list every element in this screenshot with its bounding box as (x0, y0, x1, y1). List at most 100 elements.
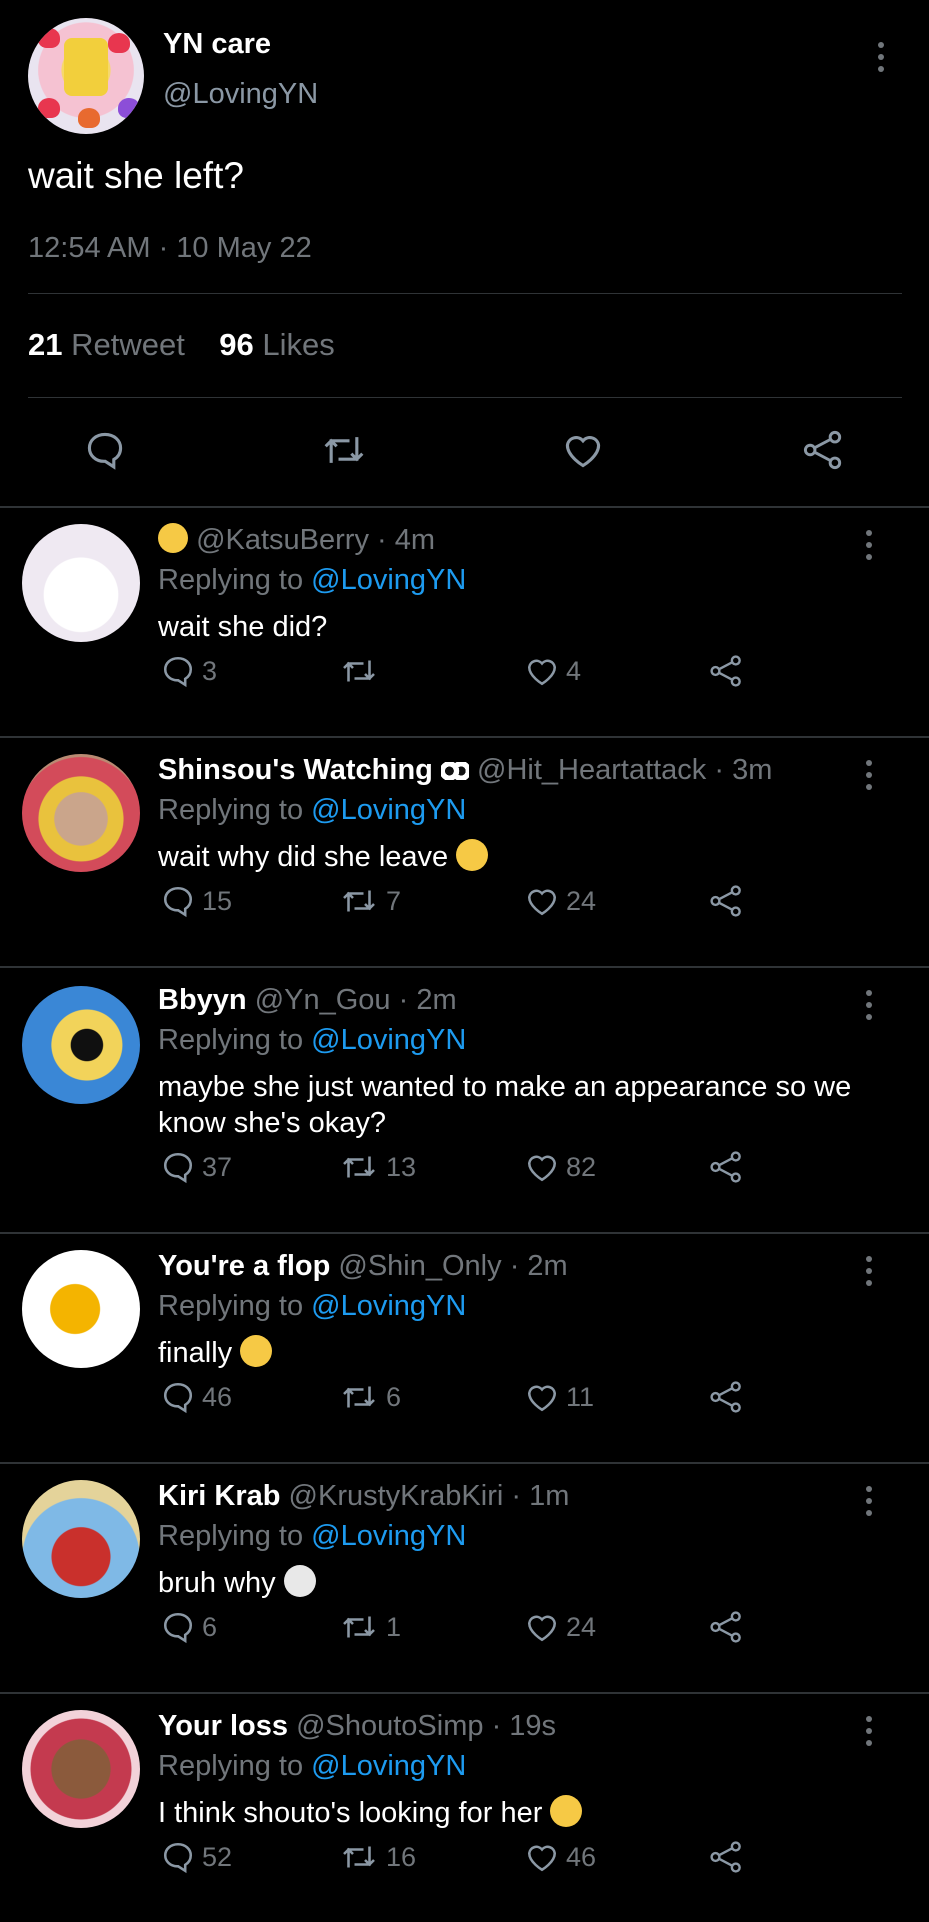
retweet-count[interactable]: 21 (28, 327, 62, 362)
reply-text: finally (158, 1337, 233, 1369)
replying-to-link[interactable]: @LovingYN (311, 1290, 466, 1322)
like-label[interactable]: Likes (262, 327, 334, 362)
reply-text: I think shouto's looking for her (158, 1797, 543, 1829)
frowning-face-emoji (550, 1795, 583, 1828)
reply-button[interactable]: 3 (160, 653, 217, 689)
like-button[interactable]: 82 (524, 1149, 596, 1185)
more-options-icon[interactable] (866, 990, 872, 1020)
like-button[interactable]: 24 (524, 883, 596, 919)
more-options-icon[interactable] (866, 530, 872, 560)
share-button[interactable] (708, 653, 744, 689)
reply-author-name[interactable]: Your loss (158, 1710, 288, 1742)
retweet-count: 16 (386, 1841, 417, 1872)
retweet-button[interactable]: 7 (338, 883, 401, 919)
more-options-icon[interactable] (866, 1256, 872, 1286)
reply-button[interactable]: 37 (160, 1149, 232, 1185)
replying-to-link[interactable]: @LovingYN (311, 1520, 466, 1552)
replying-to-link[interactable]: @LovingYN (311, 794, 466, 826)
share-button[interactable] (708, 1149, 744, 1185)
reply-header: Kiri Krab @KrustyKrabKiri · 1m (158, 1480, 569, 1513)
like-count[interactable]: 96 (219, 327, 253, 362)
share-button[interactable] (708, 1839, 744, 1875)
reply-text-container: bruh why (158, 1565, 878, 1601)
more-options-icon[interactable] (866, 1716, 872, 1746)
author-handle[interactable]: @LovingYN (163, 78, 318, 111)
avatar[interactable] (22, 1480, 140, 1598)
retweet-label[interactable]: Retweet (71, 327, 185, 362)
reply-tweet[interactable]: Your loss @ShoutoSimp · 19s Replying to … (0, 1692, 929, 1922)
reply-tweet[interactable]: @KatsuBerry · 4m Replying to @LovingYN w… (0, 506, 929, 738)
reply-tweet[interactable]: Bbyyn @Yn_Gou · 2m Replying to @LovingYN… (0, 966, 929, 1234)
reply-button[interactable]: 46 (160, 1379, 232, 1415)
author-name[interactable]: YN care (163, 28, 271, 61)
replying-to-label: Replying to (158, 794, 304, 826)
reply-count: 3 (202, 655, 218, 686)
replying-to: Replying to @LovingYN (158, 1750, 466, 1783)
reply-author-handle[interactable]: @KatsuBerry (196, 524, 369, 556)
retweet-icon (343, 1846, 375, 1868)
reply-button[interactable]: 6 (160, 1609, 217, 1645)
share-button[interactable] (708, 1379, 744, 1415)
reply-author-handle[interactable]: @KrustyKrabKiri (289, 1480, 504, 1512)
reply-tweet[interactable]: You're a flop @Shin_Only · 2m Replying t… (0, 1232, 929, 1464)
retweet-button[interactable] (338, 653, 386, 689)
avatar[interactable] (22, 986, 140, 1104)
avatar[interactable] (22, 524, 140, 642)
reply-icon (163, 656, 193, 688)
reply-text-container: wait she did? (158, 609, 878, 645)
reply-icon (163, 1382, 193, 1414)
reply-actions: 6 1 24 (0, 1609, 929, 1649)
reply-tweet[interactable]: Shinsou's Watching @Hit_Heartattack · 3m… (0, 736, 929, 968)
like-button[interactable]: 46 (524, 1839, 596, 1875)
avatar[interactable] (22, 754, 140, 872)
share-button[interactable] (708, 1609, 744, 1645)
avatar[interactable] (22, 1250, 140, 1368)
reply-text-container: wait why did she leave (158, 839, 878, 875)
replying-to-link[interactable]: @LovingYN (311, 1024, 466, 1056)
retweet-button[interactable] (318, 428, 370, 472)
reply-author-name[interactable]: Kiri Krab (158, 1480, 280, 1512)
retweet-count: 1 (386, 1611, 402, 1642)
flushed-face-emoji (158, 523, 188, 554)
reply-tweet[interactable]: Kiri Krab @KrustyKrabKiri · 1m Replying … (0, 1462, 929, 1694)
retweet-button[interactable]: 1 (338, 1609, 401, 1645)
replying-to-link[interactable]: @LovingYN (311, 564, 466, 596)
reply-author-name[interactable]: Shinsou's Watching (158, 754, 433, 786)
reply-actions: 15 7 24 (0, 883, 929, 923)
reply-actions: 52 16 46 (0, 1839, 929, 1879)
reply-time: · 2m (509, 1250, 568, 1282)
reply-author-handle[interactable]: @ShoutoSimp (296, 1710, 483, 1742)
avatar[interactable] (22, 1710, 140, 1828)
reply-button[interactable]: 15 (160, 883, 232, 919)
like-icon (527, 1385, 557, 1412)
reply-author-handle[interactable]: @Shin_Only (338, 1250, 501, 1282)
like-button[interactable] (560, 428, 606, 472)
reply-button[interactable]: 52 (160, 1839, 232, 1875)
share-button[interactable] (800, 428, 846, 472)
share-button[interactable] (708, 883, 744, 919)
reply-count: 15 (202, 885, 233, 916)
reply-author-handle[interactable]: @Yn_Gou (255, 984, 391, 1016)
reply-button[interactable] (82, 428, 128, 472)
retweet-button[interactable]: 16 (338, 1839, 416, 1875)
reply-author-name[interactable]: You're a flop (158, 1250, 330, 1282)
retweet-button[interactable]: 6 (338, 1379, 401, 1415)
skull-emoji (283, 1565, 316, 1598)
reply-author-name[interactable]: Bbyyn (158, 984, 247, 1016)
replying-to-link[interactable]: @LovingYN (311, 1750, 466, 1782)
like-button[interactable]: 11 (524, 1379, 594, 1415)
more-options-icon[interactable] (866, 760, 872, 790)
replying-to: Replying to @LovingYN (158, 1290, 466, 1323)
avatar[interactable] (28, 18, 144, 134)
like-button[interactable]: 24 (524, 1609, 596, 1645)
divider (28, 293, 902, 294)
retweet-button[interactable]: 13 (338, 1149, 416, 1185)
reply-count: 6 (202, 1611, 218, 1642)
reply-author-handle[interactable]: @Hit_Heartattack (477, 754, 706, 786)
replying-to-label: Replying to (158, 1520, 304, 1552)
reply-text-container: I think shouto's looking for her (158, 1795, 878, 1831)
like-button[interactable]: 4 (524, 653, 581, 689)
more-options-icon[interactable] (866, 1486, 872, 1516)
reply-text: wait she did? (158, 611, 328, 643)
more-options-icon[interactable] (878, 42, 884, 72)
